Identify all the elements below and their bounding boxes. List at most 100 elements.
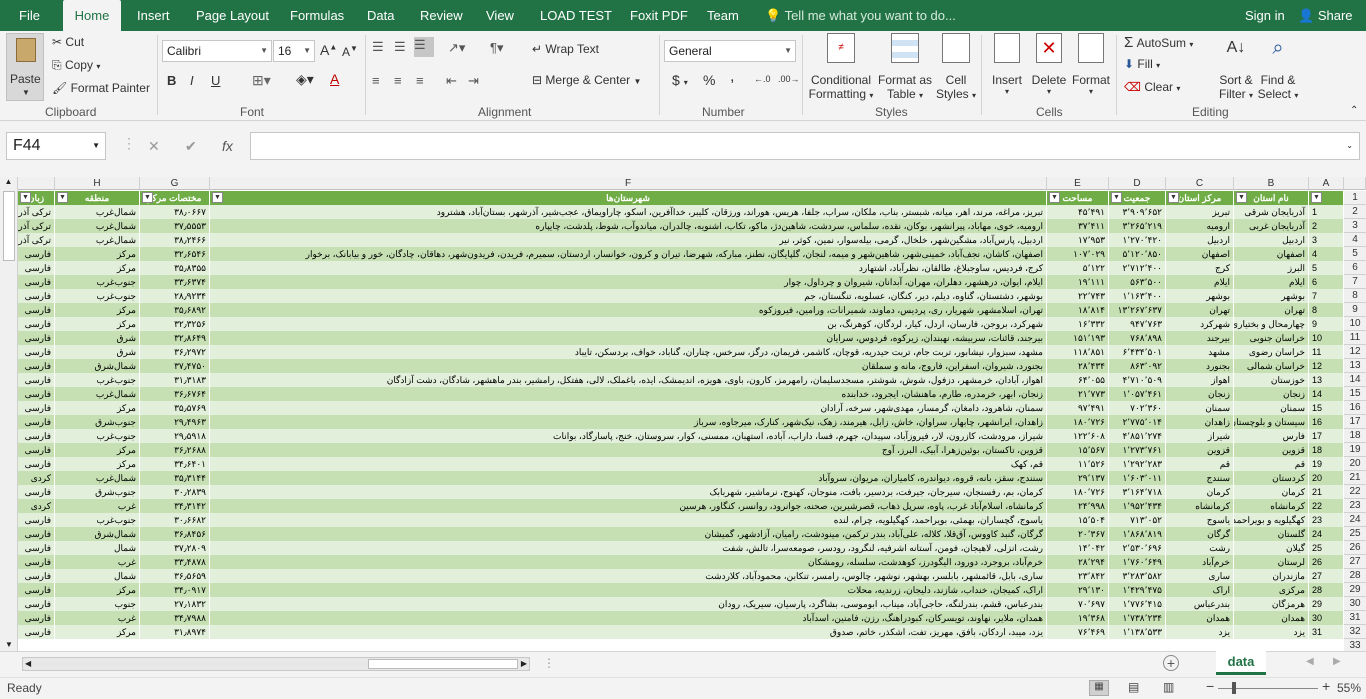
tab-formulas[interactable]: Formulas [290, 0, 344, 31]
cell-i[interactable]: فارسی [18, 541, 55, 555]
row-header[interactable]: 8 [1344, 289, 1366, 303]
cell-b[interactable]: قم [1234, 457, 1309, 471]
cell-h[interactable]: شمال‌غرب [55, 233, 140, 247]
horizontal-scrollbar[interactable]: ◀ ▶ [22, 657, 530, 671]
cell-c[interactable]: اراک [1166, 583, 1234, 597]
cell-e[interactable]: ۱۵۱٬۱۹۳ [1047, 331, 1109, 345]
cell-b[interactable]: خوزستان [1234, 373, 1309, 387]
cell-f[interactable]: کرج، فردیس، ساوجبلاغ، طالقان، نظرآباد، ا… [210, 261, 1047, 275]
insert-function-icon[interactable]: fx [222, 138, 233, 154]
cell-i[interactable]: فارسی [18, 415, 55, 429]
cell-e[interactable]: ۵٬۱۲۲ [1047, 261, 1109, 275]
cell-h[interactable]: جنوب‌غرب [55, 373, 140, 387]
cell-a[interactable]: 20 [1309, 471, 1344, 485]
cell-i[interactable]: فارسی [18, 555, 55, 569]
cell-c[interactable]: کرج [1166, 261, 1234, 275]
tab-page-layout[interactable]: Page Layout [196, 0, 269, 31]
share-button[interactable]: 👤 Share [1298, 0, 1353, 31]
cell-g[interactable]: ۳۷٫۴۷۵۰ [140, 359, 210, 373]
column-header-g[interactable]: G [140, 177, 210, 190]
font-size-select[interactable]: 16 ▼ [273, 40, 315, 62]
cell-f[interactable]: کرمان، بم، رفسنجان، سیرجان، جیرفت، بردسی… [210, 485, 1047, 499]
cell-a[interactable]: 18 [1309, 443, 1344, 457]
cell-d[interactable]: ۶٬۴۳۴٬۵۰۱ [1109, 345, 1166, 359]
collapse-ribbon-icon[interactable]: ⌃ [1350, 105, 1358, 116]
cell-a[interactable]: 30 [1309, 611, 1344, 625]
cell-a[interactable]: 23 [1309, 513, 1344, 527]
cell-i[interactable]: فارسی [18, 289, 55, 303]
row-header[interactable]: 16 [1344, 401, 1366, 415]
tab-data[interactable]: Data [367, 0, 394, 31]
cell-c[interactable]: مشهد [1166, 345, 1234, 359]
cell-a[interactable]: 12 [1309, 359, 1344, 373]
cell-f[interactable]: ایلام، ایوان، درهشهر، دهلران، مهران، آبد… [210, 275, 1047, 289]
cell-g[interactable]: ۲۷٫۱۸۳۲ [140, 597, 210, 611]
cell-d[interactable]: ۱٬۱۶۳٬۴۰۰ [1109, 289, 1166, 303]
row-header[interactable]: 25 [1344, 527, 1366, 541]
cell-g[interactable]: ۳۸٫۰۶۶۷ [140, 205, 210, 219]
cell-e[interactable]: ۶۴٬۰۵۵ [1047, 373, 1109, 387]
row-header[interactable]: 3 [1344, 219, 1366, 233]
merge-center-button[interactable]: ⊟ Merge & Center ▼ [532, 73, 641, 87]
cell-f[interactable]: اردبیل، پارس‌آباد، مشگین‌شهر، خلخال، گرم… [210, 233, 1047, 247]
cell-i[interactable]: فارسی [18, 345, 55, 359]
cell-a[interactable]: 26 [1309, 555, 1344, 569]
decrease-indent-icon[interactable]: ⇤ [446, 73, 457, 89]
cell-e[interactable]: ۹۷٬۴۹۱ [1047, 401, 1109, 415]
prev-sheet-icon[interactable]: ◀ [1306, 656, 1314, 667]
cell-h[interactable]: جنوب‌غرب [55, 289, 140, 303]
row-header[interactable]: 14 [1344, 373, 1366, 387]
cell-b[interactable]: ایلام [1234, 275, 1309, 289]
comma-button[interactable]: , [730, 68, 734, 86]
cell-g[interactable]: ۳۷٫۲۸۰۹ [140, 541, 210, 555]
cell-b[interactable]: کردستان [1234, 471, 1309, 485]
cell-e[interactable]: ۳۷٬۴۱۱ [1047, 219, 1109, 233]
cell-d[interactable]: ۷۰۲٬۳۶۰ [1109, 401, 1166, 415]
cell-h[interactable]: مرکز [55, 247, 140, 261]
cell-b[interactable]: اردبیل [1234, 233, 1309, 247]
cell-i[interactable]: فارسی [18, 261, 55, 275]
format-cells-button[interactable]: Format ▾ [1070, 33, 1112, 101]
cell-e[interactable]: ۱۸٬۸۱۴ [1047, 303, 1109, 317]
cell-e[interactable]: ۱۶٬۳۳۲ [1047, 317, 1109, 331]
cell-i[interactable]: فارسی [18, 597, 55, 611]
underline-button[interactable]: U [211, 73, 220, 88]
cell-d[interactable]: ۱٬۴۲۹٬۴۷۵ [1109, 583, 1166, 597]
cell-a[interactable]: 16 [1309, 415, 1344, 429]
increase-decimal-icon[interactable]: ←.0 [754, 74, 771, 84]
filter-dropdown-icon[interactable]: ▼ [1311, 192, 1322, 203]
cell-g[interactable]: ۳۶٫۲۶۸۸ [140, 443, 210, 457]
increase-font-icon[interactable]: A▲ [320, 42, 337, 58]
row-header[interactable]: 28 [1344, 569, 1366, 583]
cell-d[interactable]: ۵٬۱۲۰٬۸۵۰ [1109, 247, 1166, 261]
cell-i[interactable]: فارسی [18, 611, 55, 625]
column-header-b[interactable]: B [1234, 177, 1309, 190]
cell-i[interactable]: فارسی [18, 625, 55, 639]
cell-c[interactable]: زنجان [1166, 387, 1234, 401]
cell-h[interactable]: جنوب‌غرب [55, 275, 140, 289]
cell-c[interactable]: گرگان [1166, 527, 1234, 541]
cell-h[interactable]: شمال‌غرب [55, 219, 140, 233]
cell-i[interactable]: فارسی [18, 303, 55, 317]
cell-h[interactable]: غرب [55, 499, 140, 513]
cell-b[interactable]: یزد [1234, 625, 1309, 639]
cell-e[interactable]: ۱۵٬۵۶۷ [1047, 443, 1109, 457]
row-header[interactable]: 10 [1344, 317, 1366, 331]
cell-g[interactable]: ۳۴٫۷۹۸۸ [140, 611, 210, 625]
cell-f[interactable]: تبریز، مراغه، مرند، اهر، میانه، شبستر، ب… [210, 205, 1047, 219]
increase-indent-icon[interactable]: ⇥ [468, 73, 479, 89]
currency-button[interactable]: $ ▾ [672, 72, 688, 88]
row-header[interactable]: 22 [1344, 485, 1366, 499]
cell-b[interactable]: خراسان جنوبی [1234, 331, 1309, 345]
cell-h[interactable]: شمال‌غرب [55, 471, 140, 485]
italic-button[interactable]: I [190, 73, 194, 88]
page-layout-view-icon[interactable]: ▤ [1128, 680, 1139, 694]
align-right-icon[interactable]: ≡ [416, 73, 424, 88]
zoom-out-icon[interactable]: − [1206, 678, 1214, 694]
cell-f[interactable]: بندرعباس، قشم، بندرلنگه، حاجی‌آباد، مینا… [210, 597, 1047, 611]
cell-f[interactable]: قم، کهک [210, 457, 1047, 471]
cell-e[interactable]: ۱۰۷٬۰۲۹ [1047, 247, 1109, 261]
row-header[interactable]: 11 [1344, 331, 1366, 345]
cell-c[interactable]: قم [1166, 457, 1234, 471]
cell-d[interactable]: ۱٬۰۵۷٬۴۶۱ [1109, 387, 1166, 401]
